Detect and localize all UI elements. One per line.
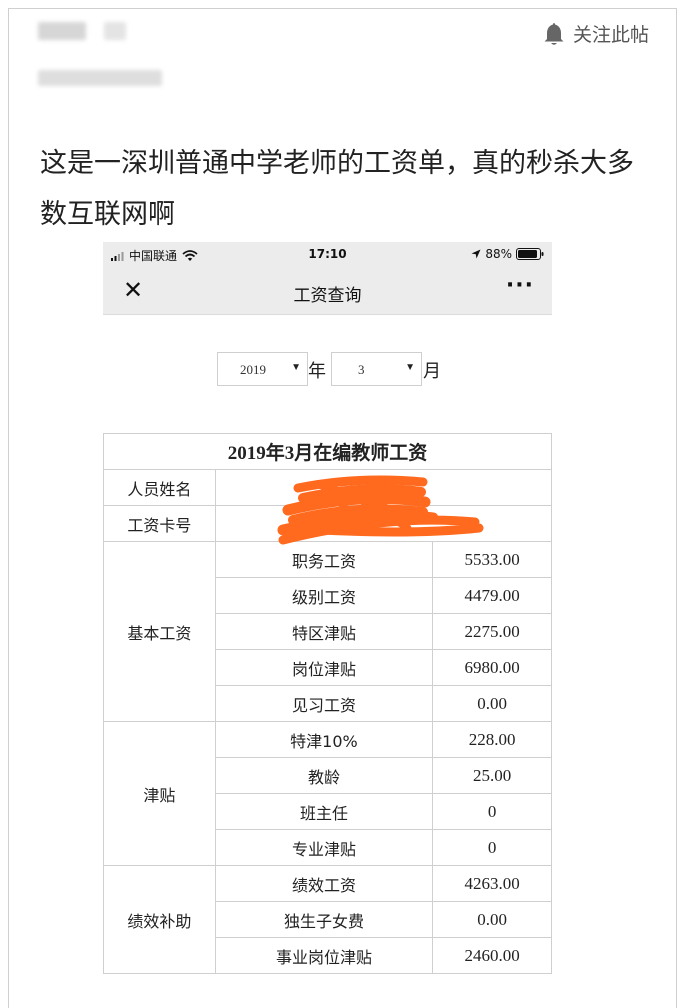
item-name: 见习工资 — [214, 685, 434, 722]
author-avatar-blurred — [104, 22, 126, 40]
bell-icon — [544, 22, 564, 45]
item-value: 2275.00 — [432, 613, 552, 650]
item-value: 0 — [432, 793, 552, 830]
nav-title: 工资查询 — [293, 286, 362, 306]
item-value: 228.00 — [432, 721, 552, 758]
salary-screenshot: 中国联通 17:10 88% ✕ 工资查询 ··· 2019 ▼ 年 3 ▼ 月… — [103, 242, 552, 1000]
chevron-down-icon: ▼ — [291, 362, 301, 373]
group-label: 津贴 — [103, 721, 216, 866]
item-name: 特津10% — [214, 721, 434, 758]
nav-bar: ✕ 工资查询 ··· — [103, 268, 552, 315]
post-date-blurred — [38, 70, 162, 86]
item-name: 事业岗位津贴 — [214, 937, 434, 974]
item-value: 2460.00 — [432, 937, 552, 974]
item-name: 班主任 — [214, 793, 434, 830]
post-title: 这是一深圳普通中学老师的工资单，真的秒杀大多数互联网啊 — [40, 148, 634, 230]
year-unit-label: 年 — [308, 361, 326, 382]
item-name: 特区津贴 — [214, 613, 434, 650]
table-title: 2019年3月在编教师工资 — [103, 433, 552, 470]
follow-button[interactable]: 关注此帖 — [543, 20, 649, 47]
item-value: 0.00 — [432, 685, 552, 722]
item-value: 0.00 — [432, 901, 552, 938]
battery-icon — [516, 248, 544, 260]
item-name: 级别工资 — [214, 577, 434, 614]
status-bar: 中国联通 17:10 88% — [103, 242, 552, 268]
table-row: 绩效补助 绩效工资 4263.00 — [103, 865, 552, 974]
item-value: 0 — [432, 829, 552, 866]
more-icon[interactable]: ··· — [506, 273, 534, 298]
chevron-down-icon: ▼ — [405, 362, 415, 373]
item-value: 4263.00 — [432, 865, 552, 902]
item-value: 4479.00 — [432, 577, 552, 614]
month-select[interactable]: 3 ▼ — [331, 352, 422, 386]
year-value: 2019 — [240, 362, 266, 377]
table-title-row: 2019年3月在编教师工资 — [103, 433, 552, 470]
item-name: 岗位津贴 — [214, 649, 434, 686]
author-name-blurred — [38, 22, 86, 40]
group-label: 绩效补助 — [103, 865, 216, 974]
month-value: 3 — [358, 362, 365, 377]
item-name: 独生子女费 — [214, 901, 434, 938]
follow-label: 关注此帖 — [572, 24, 649, 46]
battery-group: 88% — [471, 247, 544, 261]
item-name: 专业津贴 — [214, 829, 434, 866]
month-unit-label: 月 — [423, 361, 441, 382]
battery-percent: 88% — [485, 247, 512, 261]
year-select[interactable]: 2019 ▼ — [217, 352, 308, 386]
item-value: 6980.00 — [432, 649, 552, 686]
table-row: 津贴 特津10% 228.00 — [103, 721, 552, 866]
item-name: 教龄 — [214, 757, 434, 794]
redaction-scribble — [277, 475, 484, 545]
group-label: 基本工资 — [103, 541, 216, 722]
item-name: 绩效工资 — [214, 865, 434, 902]
item-value: 25.00 — [432, 757, 552, 794]
location-arrow-icon — [471, 249, 481, 259]
date-selector: 2019 ▼ 年 3 ▼ 月 — [103, 352, 552, 388]
